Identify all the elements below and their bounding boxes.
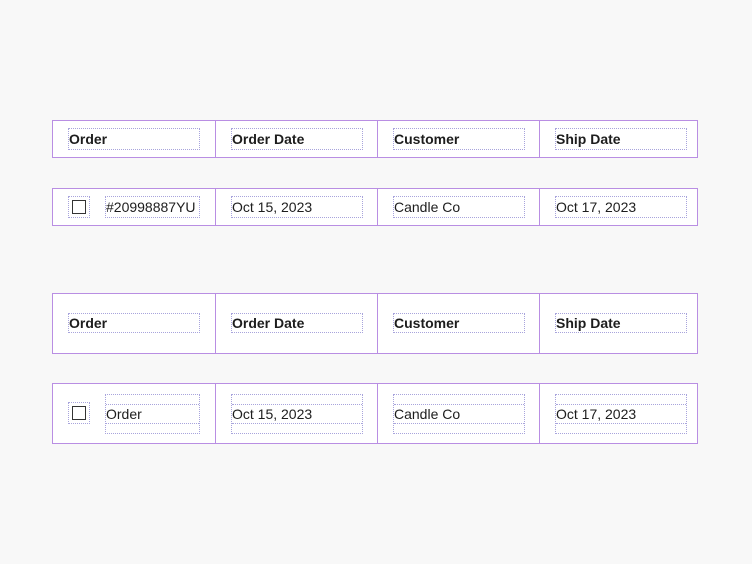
- header-label-order: Order: [68, 128, 200, 150]
- cell-order: Order: [53, 384, 215, 443]
- row-checkbox[interactable]: [72, 406, 86, 420]
- row-checkbox-wrapper[interactable]: [68, 196, 90, 218]
- table-row[interactable]: Order Oct 15, 2023 Candle Co Oct 17, 202…: [52, 383, 698, 444]
- ship-date-stack: Oct 17, 2023: [555, 394, 687, 434]
- cell-customer: Candle Co: [377, 384, 539, 443]
- order-date-value: Oct 15, 2023: [232, 405, 313, 422]
- customer-stack: Candle Co: [393, 394, 525, 434]
- header-label-ship-date: Ship Date: [555, 313, 687, 333]
- header-label-customer: Customer: [393, 313, 525, 333]
- cell-ship-date: Oct 17, 2023: [539, 384, 701, 443]
- header-label-order-date: Order Date: [231, 128, 363, 150]
- order-date-stack: Oct 15, 2023: [231, 394, 363, 434]
- cell-customer: Candle Co: [377, 189, 539, 225]
- row-checkbox-wrapper[interactable]: [68, 402, 90, 424]
- table1-header-row: Order Order Date Customer Ship Date: [52, 120, 698, 158]
- header-label-ship-date: Ship Date: [555, 128, 687, 150]
- table2-header-row: Order Order Date Customer Ship Date: [52, 293, 698, 354]
- header-cell-customer[interactable]: Customer: [377, 294, 539, 353]
- header-cell-order[interactable]: Order: [53, 121, 215, 157]
- row-checkbox[interactable]: [72, 200, 86, 214]
- cell-order-date: Oct 15, 2023: [215, 384, 377, 443]
- customer-value: Candle Co: [393, 196, 525, 218]
- ship-date-value: Oct 17, 2023: [556, 405, 637, 422]
- header-cell-order[interactable]: Order: [53, 294, 215, 353]
- header-cell-customer[interactable]: Customer: [377, 121, 539, 157]
- order-date-value: Oct 15, 2023: [231, 196, 363, 218]
- header-label-order: Order: [68, 313, 200, 333]
- table-row[interactable]: #20998887YU Oct 15, 2023 Candle Co Oct 1…: [52, 188, 698, 226]
- cell-order-date: Oct 15, 2023: [215, 189, 377, 225]
- header-label-customer: Customer: [393, 128, 525, 150]
- header-cell-ship-date[interactable]: Ship Date: [539, 121, 701, 157]
- order-value: Order: [106, 405, 142, 422]
- header-cell-order-date[interactable]: Order Date: [215, 294, 377, 353]
- customer-value: Candle Co: [394, 405, 461, 422]
- order-stack: Order: [105, 394, 200, 434]
- cell-ship-date: Oct 17, 2023: [539, 189, 701, 225]
- header-cell-ship-date[interactable]: Ship Date: [539, 294, 701, 353]
- ship-date-value: Oct 17, 2023: [555, 196, 687, 218]
- order-id: #20998887YU: [105, 196, 200, 218]
- header-cell-order-date[interactable]: Order Date: [215, 121, 377, 157]
- header-label-order-date: Order Date: [231, 313, 363, 333]
- cell-order: #20998887YU: [53, 189, 215, 225]
